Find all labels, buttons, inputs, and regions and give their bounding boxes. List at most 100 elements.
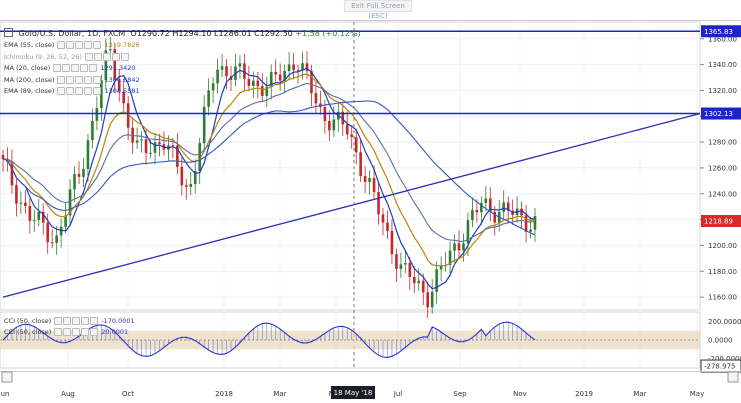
candle-body[interactable] bbox=[19, 202, 23, 204]
candle-body[interactable] bbox=[144, 139, 148, 154]
time-axis-label: Nov bbox=[513, 390, 527, 398]
candle-body[interactable] bbox=[135, 140, 139, 143]
chart-title: Gold/U.S. Dollar, 1D, FXCM O1290.72 H129… bbox=[4, 28, 361, 38]
candle-body[interactable] bbox=[386, 222, 389, 232]
indicator-buttons[interactable] bbox=[57, 41, 102, 49]
scroll-left-button[interactable] bbox=[1, 371, 13, 383]
candle-body[interactable] bbox=[252, 80, 255, 86]
candle-body[interactable] bbox=[399, 264, 403, 269]
candle-body[interactable] bbox=[158, 142, 161, 145]
cci-buttons[interactable] bbox=[54, 317, 99, 325]
candle-body[interactable] bbox=[462, 243, 465, 251]
candle-body[interactable] bbox=[296, 69, 300, 71]
candle-body[interactable] bbox=[363, 175, 367, 183]
candle-body[interactable] bbox=[225, 66, 228, 77]
cci-row-1[interactable]: CCI (50, close) -170.0001 bbox=[4, 316, 135, 326]
candle-body[interactable] bbox=[189, 184, 193, 187]
candle-body[interactable] bbox=[32, 219, 36, 221]
candle-body[interactable] bbox=[502, 202, 506, 212]
candle-body[interactable] bbox=[287, 64, 291, 72]
candle-body[interactable] bbox=[15, 185, 18, 204]
candle-body[interactable] bbox=[73, 173, 76, 190]
candle-body[interactable] bbox=[350, 134, 354, 138]
indicator-buttons[interactable] bbox=[57, 76, 102, 84]
candle-body[interactable] bbox=[260, 86, 264, 96]
candle-body[interactable] bbox=[332, 119, 336, 131]
candle-body[interactable] bbox=[390, 231, 394, 255]
candle-body[interactable] bbox=[426, 292, 430, 308]
price-tick-label: 1340.00 bbox=[708, 61, 737, 69]
candle-body[interactable] bbox=[354, 137, 358, 153]
candle-body[interactable] bbox=[404, 262, 407, 265]
candle-body[interactable] bbox=[274, 71, 278, 75]
candle-body[interactable] bbox=[328, 121, 331, 131]
candle-body[interactable] bbox=[453, 243, 456, 251]
candle-body[interactable] bbox=[180, 166, 184, 186]
candle-body[interactable] bbox=[95, 108, 99, 121]
candle-body[interactable] bbox=[50, 242, 54, 244]
indicator-row-ema55[interactable]: EMA (55, close) 1319.7826 bbox=[4, 40, 140, 50]
cci-row-2[interactable]: CCI (50, close) 20.0001 bbox=[4, 327, 128, 337]
indicator-buttons[interactable] bbox=[53, 64, 98, 72]
candle-body[interactable] bbox=[412, 277, 416, 284]
ohlc-close: C1292.30 bbox=[254, 29, 293, 38]
candle-body[interactable] bbox=[86, 140, 90, 169]
scroll-right-button[interactable] bbox=[727, 371, 739, 383]
candle-body[interactable] bbox=[435, 269, 438, 292]
candle-body[interactable] bbox=[408, 262, 412, 278]
candle-body[interactable] bbox=[430, 291, 434, 308]
candle-body[interactable] bbox=[59, 226, 63, 236]
candle-body[interactable] bbox=[457, 243, 461, 251]
candle-body[interactable] bbox=[28, 206, 32, 221]
candle-body[interactable] bbox=[345, 124, 349, 135]
candle-body[interactable] bbox=[202, 106, 206, 144]
candle-body[interactable] bbox=[417, 280, 421, 284]
time-axis-label: Jul bbox=[393, 390, 403, 398]
indicator-row-ema89[interactable]: EMA (89, close) 1308.5581 bbox=[4, 86, 140, 96]
candle-body[interactable] bbox=[368, 177, 371, 183]
candle-body[interactable] bbox=[359, 152, 362, 176]
candle-body[interactable] bbox=[439, 266, 443, 270]
candle-body[interactable] bbox=[37, 211, 41, 220]
candle-body[interactable] bbox=[292, 64, 295, 70]
candle-body[interactable] bbox=[140, 139, 143, 141]
candle-body[interactable] bbox=[24, 202, 27, 207]
indicator-buttons[interactable] bbox=[84, 53, 129, 61]
candle-body[interactable] bbox=[153, 142, 157, 153]
candle-body[interactable] bbox=[216, 69, 219, 84]
candle-body[interactable] bbox=[475, 210, 479, 213]
candle-body[interactable] bbox=[55, 235, 58, 243]
candle-body[interactable] bbox=[149, 152, 152, 154]
candle-body[interactable] bbox=[484, 198, 488, 203]
candle-body[interactable] bbox=[207, 90, 210, 107]
candle-body[interactable] bbox=[421, 280, 425, 293]
price-tick-label: 1280.00 bbox=[708, 139, 737, 147]
candle-body[interactable] bbox=[1, 155, 5, 159]
candle-body[interactable] bbox=[238, 63, 242, 67]
indicator-buttons[interactable] bbox=[57, 87, 102, 95]
candle-body[interactable] bbox=[377, 192, 380, 215]
indicator-row-ma20[interactable]: MA (20, close) 1291.3420 bbox=[4, 63, 136, 73]
candle-body[interactable] bbox=[381, 214, 385, 223]
indicator-row-ichimoku[interactable]: Ichimoku (9, 26, 52, 26) bbox=[4, 52, 129, 62]
candle-body[interactable] bbox=[184, 185, 188, 187]
candle-body[interactable] bbox=[372, 177, 376, 193]
candle-body[interactable] bbox=[256, 80, 260, 87]
price-tick-label: 1240.00 bbox=[708, 190, 737, 198]
candle-body[interactable] bbox=[533, 216, 537, 230]
cci-buttons-2[interactable] bbox=[54, 328, 99, 336]
candle-body[interactable] bbox=[395, 254, 398, 269]
indicator-row-ma200[interactable]: MA (200, close) 1306.6842 bbox=[4, 75, 140, 85]
candle-body[interactable] bbox=[529, 229, 532, 232]
candle-body[interactable] bbox=[91, 120, 94, 141]
candle-body[interactable] bbox=[77, 173, 81, 177]
candle-body[interactable] bbox=[211, 83, 215, 91]
candle-body[interactable] bbox=[82, 168, 85, 177]
candle-body[interactable] bbox=[278, 74, 282, 81]
time-axis-label: May bbox=[690, 390, 704, 398]
candle-body[interactable] bbox=[46, 222, 50, 243]
candle-body[interactable] bbox=[247, 78, 251, 86]
candle-body[interactable] bbox=[220, 66, 224, 70]
candle-body[interactable] bbox=[314, 93, 318, 104]
candle-body[interactable] bbox=[471, 210, 474, 221]
